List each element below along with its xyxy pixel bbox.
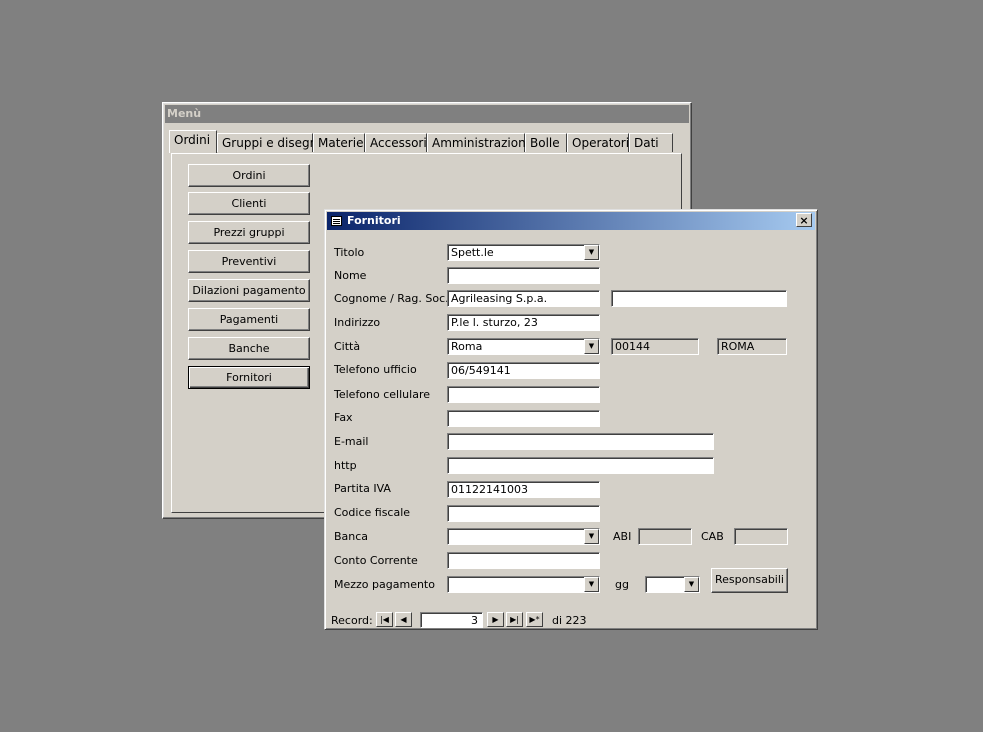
- tab-dati[interactable]: Dati: [629, 133, 673, 152]
- conto-corrente-label: Conto Corrente: [334, 554, 418, 567]
- tab-accessori[interactable]: Accessori: [365, 133, 427, 152]
- indirizzo-label: Indirizzo: [334, 316, 381, 329]
- menu-window-title[interactable]: Menù: [165, 105, 689, 123]
- citta-combo[interactable]: Roma ▼: [447, 338, 600, 355]
- form-icon: [331, 216, 342, 226]
- telefono-ufficio-label: Telefono ufficio: [334, 363, 417, 376]
- record-label: Record:: [331, 614, 373, 627]
- telefono-cellulare-label: Telefono cellulare: [334, 388, 430, 401]
- email-field[interactable]: [447, 433, 714, 450]
- cab-label: CAB: [701, 530, 724, 543]
- cognome-field[interactable]: Agrileasing S.p.a.: [447, 290, 600, 307]
- conto-corrente-field[interactable]: [447, 552, 600, 569]
- mezzo-pagamento-combo[interactable]: ▼: [447, 576, 600, 593]
- cognome-label: Cognome / Rag. Soc.: [334, 292, 449, 305]
- indirizzo-field[interactable]: P.le l. sturzo, 23: [447, 314, 600, 331]
- pagamenti-button[interactable]: Pagamenti: [188, 308, 310, 331]
- citta-label: Città: [334, 340, 361, 353]
- preventivi-button[interactable]: Preventivi: [188, 250, 310, 273]
- banche-button[interactable]: Banche: [188, 337, 310, 360]
- provincia-field: ROMA: [717, 338, 787, 355]
- telefono-ufficio-field[interactable]: 06/549141: [447, 362, 600, 379]
- titolo-value: Spett.le: [451, 246, 494, 259]
- telefono-cellulare-field[interactable]: [447, 386, 600, 403]
- tab-ordini[interactable]: Ordini: [169, 130, 217, 153]
- tab-gruppi-e-disegni[interactable]: Gruppi e disegni: [217, 133, 321, 152]
- close-button[interactable]: ×: [796, 213, 812, 227]
- fornitori-button[interactable]: Fornitori: [188, 366, 310, 389]
- http-field[interactable]: [447, 457, 714, 474]
- codice-fiscale-label: Codice fiscale: [334, 506, 411, 519]
- fornitori-title-bar[interactable]: Fornitori: [327, 212, 815, 230]
- banca-label: Banca: [334, 530, 369, 543]
- chevron-down-icon[interactable]: ▼: [584, 529, 599, 544]
- tab-operatori[interactable]: Operatori: [567, 133, 629, 152]
- fornitori-title: Fornitori: [347, 214, 401, 227]
- first-record-icon[interactable]: |◀: [376, 612, 393, 627]
- chevron-down-icon[interactable]: ▼: [584, 577, 599, 592]
- ordini-button[interactable]: Ordini: [188, 164, 310, 187]
- codice-fiscale-field[interactable]: [447, 505, 600, 522]
- new-record-icon[interactable]: ▶*: [526, 612, 543, 627]
- chevron-down-icon[interactable]: ▼: [684, 577, 699, 592]
- citta-value: Roma: [451, 340, 483, 353]
- prezzi-gruppi-button[interactable]: Prezzi gruppi: [188, 221, 310, 244]
- fornitori-window: Fornitori × Titolo Spett.le ▼ Nome Cogno…: [324, 209, 818, 630]
- nome-label: Nome: [334, 269, 367, 282]
- cognome-extra-field[interactable]: [611, 290, 787, 307]
- abi-label: ABI: [613, 530, 632, 543]
- partita-iva-field[interactable]: 01122141003: [447, 481, 600, 498]
- tab-materie[interactable]: Materie: [313, 133, 365, 152]
- record-number-field[interactable]: 3: [420, 612, 483, 628]
- responsabili-button[interactable]: Responsabili: [711, 568, 788, 593]
- titolo-combo[interactable]: Spett.le ▼: [447, 244, 600, 261]
- http-label: http: [334, 459, 357, 472]
- abi-field: [638, 528, 692, 545]
- titolo-label: Titolo: [334, 246, 365, 259]
- nome-field[interactable]: [447, 267, 600, 284]
- partita-iva-label: Partita IVA: [334, 482, 391, 495]
- gg-label: gg: [615, 578, 629, 591]
- fax-label: Fax: [334, 411, 353, 424]
- banca-combo[interactable]: ▼: [447, 528, 600, 545]
- chevron-down-icon[interactable]: ▼: [584, 339, 599, 354]
- fax-field[interactable]: [447, 410, 600, 427]
- clienti-button[interactable]: Clienti: [188, 192, 310, 215]
- next-record-icon[interactable]: ▶: [487, 612, 504, 627]
- tab-amministrazione[interactable]: Amministrazione: [427, 133, 533, 152]
- chevron-down-icon[interactable]: ▼: [584, 245, 599, 260]
- email-label: E-mail: [334, 435, 369, 448]
- cap-field: 00144: [611, 338, 699, 355]
- mezzo-pagamento-label: Mezzo pagamento: [334, 578, 435, 591]
- tab-bolle[interactable]: Bolle: [525, 133, 567, 152]
- last-record-icon[interactable]: ▶|: [506, 612, 523, 627]
- gg-combo[interactable]: ▼: [645, 576, 700, 593]
- record-total: di 223: [552, 614, 587, 627]
- cab-field: [734, 528, 788, 545]
- prev-record-icon[interactable]: ◀: [395, 612, 412, 627]
- dilazioni-pagamento-button[interactable]: Dilazioni pagamento: [188, 279, 310, 302]
